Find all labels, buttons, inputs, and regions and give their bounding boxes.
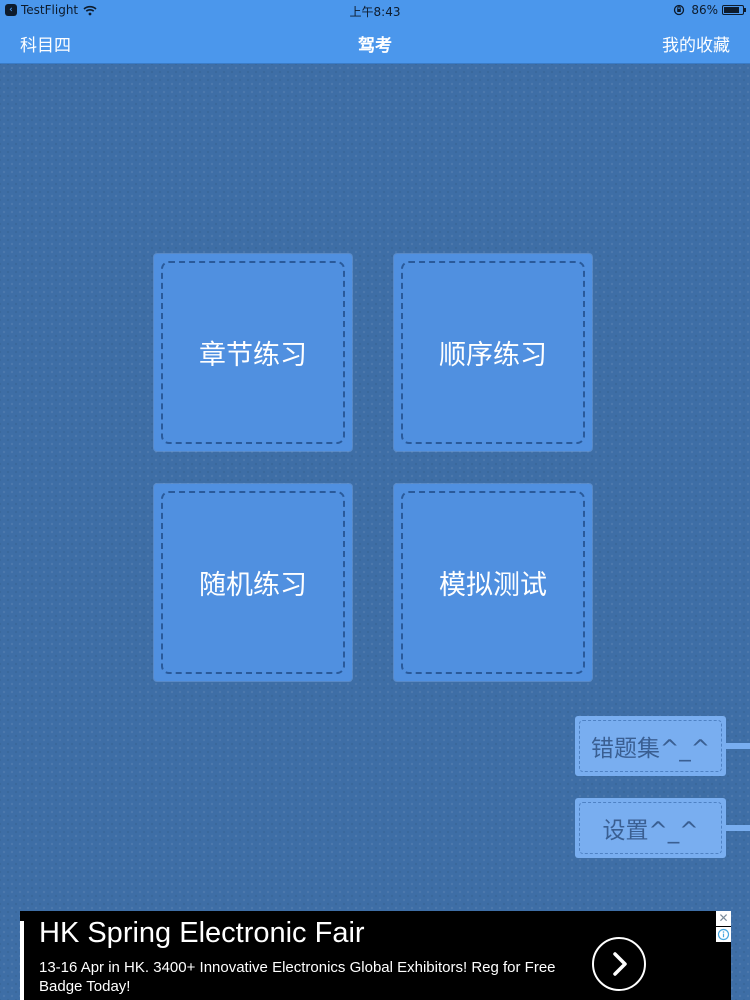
ad-open-button[interactable]	[592, 937, 646, 991]
tile-label: 章节练习	[161, 261, 345, 444]
chevron-right-icon	[613, 952, 627, 976]
tile-label: 顺序练习	[401, 261, 585, 444]
mock-exam-button[interactable]: 模拟测试	[394, 484, 592, 681]
side-tab-label: 错题集^_^	[579, 720, 722, 772]
status-right: 86%	[673, 3, 746, 17]
ad-close-icon[interactable]: ✕	[716, 911, 731, 926]
tile-label: 模拟测试	[401, 491, 585, 674]
tile-label: 随机练习	[161, 491, 345, 674]
ad-banner[interactable]: HK Spring Electronic Fair 13-16 Apr in H…	[20, 911, 731, 1000]
ad-accent-bar	[20, 921, 24, 1000]
nav-bar: 科目四 驾考 我的收藏	[0, 20, 750, 64]
battery-percent: 86%	[691, 3, 718, 17]
ad-body: 13-16 Apr in HK. 3400+ Innovative Electr…	[39, 959, 556, 995]
status-time: 上午8:43	[349, 5, 401, 19]
side-tab-connector	[726, 825, 750, 831]
orientation-lock-icon	[674, 4, 685, 16]
battery-icon	[722, 5, 746, 15]
ad-info-icon[interactable]	[716, 927, 731, 942]
favorites-button[interactable]: 我的收藏	[662, 31, 730, 56]
battery-fill	[724, 7, 739, 13]
sequential-practice-button[interactable]: 顺序练习	[394, 254, 592, 451]
random-practice-button[interactable]: 随机练习	[154, 484, 352, 681]
ad-title: HK Spring Electronic Fair	[39, 917, 365, 949]
wrong-questions-tab[interactable]: 错题集^_^	[575, 716, 726, 776]
status-bar: ‹ TestFlight 上午8:43 86%	[0, 0, 750, 20]
chapter-practice-button[interactable]: 章节练习	[154, 254, 352, 451]
page-title: 驾考	[358, 36, 392, 56]
side-tab-label: 设置^_^	[579, 802, 722, 854]
side-tab-connector	[726, 743, 750, 749]
settings-tab[interactable]: 设置^_^	[575, 798, 726, 858]
